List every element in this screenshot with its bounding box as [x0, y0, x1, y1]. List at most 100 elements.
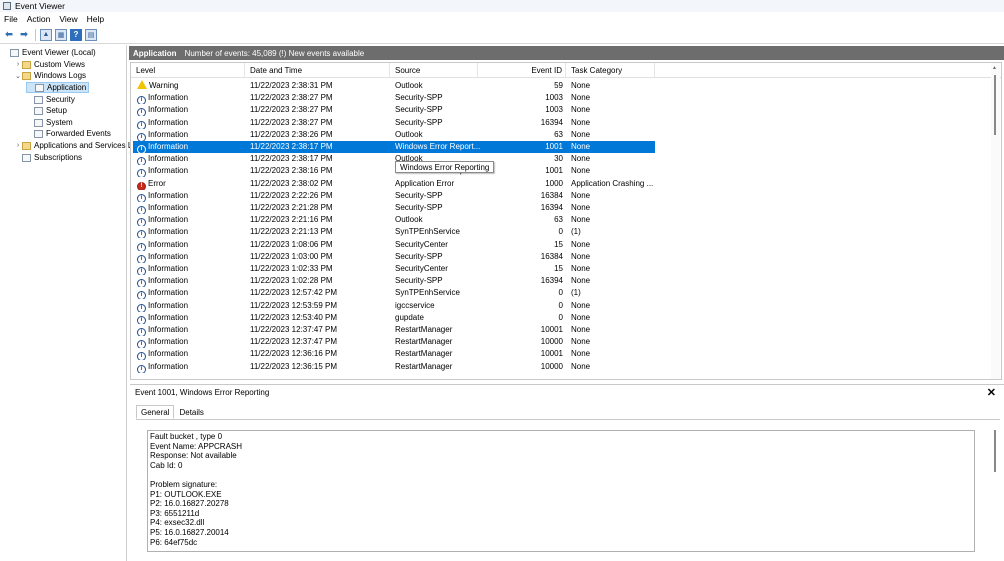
source-cell: Security-SPP: [395, 276, 443, 286]
scrollbar-thumb[interactable]: [994, 75, 996, 135]
level-text: Information: [148, 203, 189, 212]
show-hide-action-pane-icon[interactable]: ▤: [85, 28, 97, 41]
chevron-right-icon[interactable]: ›: [14, 142, 22, 149]
log-title: Application: [133, 48, 177, 58]
date-cell: 11/22/2023 2:38:17 PM: [250, 154, 333, 164]
tab-general[interactable]: General: [136, 405, 175, 419]
level-text: Information: [148, 300, 189, 310]
menu-view[interactable]: View: [59, 14, 77, 24]
table-row[interactable]: i Information 11/22/2023 12:36:16 PM Restar…: [133, 348, 655, 361]
level-cell: i Information: [137, 348, 245, 361]
date-cell: 11/22/2023 2:38:27 PM: [250, 105, 333, 115]
menu-action[interactable]: Action: [27, 14, 51, 24]
tree-node-windows-logs[interactable]: ⌄ Windows Logs: [14, 70, 86, 81]
source-cell: Outlook: [395, 129, 423, 139]
toolbar: ⬅ ➡ ▲ ▦ ? ▤: [0, 26, 1004, 44]
level-text: Error: [148, 178, 166, 188]
menu-help[interactable]: Help: [87, 14, 104, 24]
table-row[interactable]: i Information 11/22/2023 2:38:27 PM Securit…: [133, 104, 655, 117]
tree-node-applications-and-services-lo[interactable]: › Applications and Services Lo: [14, 140, 137, 151]
tree-node-setup[interactable]: Setup: [26, 105, 67, 116]
level-cell: i Information: [137, 263, 245, 275]
source-cell: Security-SPP: [395, 251, 443, 261]
events-grid-scrollbar[interactable]: ▲: [991, 63, 1000, 379]
tree-node-forwarded-events[interactable]: Forwarded Events: [26, 128, 111, 139]
forward-arrow-icon[interactable]: ➡: [18, 29, 30, 41]
menu-file[interactable]: File: [4, 14, 18, 24]
table-row[interactable]: i Information 11/22/2023 2:21:13 PM SynTPEn…: [133, 226, 655, 239]
event-log-icon: [10, 48, 19, 57]
table-row[interactable]: i Information 11/22/2023 12:53:40 PM gupdat…: [133, 312, 655, 324]
column-header-level[interactable]: Level: [131, 63, 245, 78]
table-row[interactable]: i Information 11/22/2023 12:37:47 PM Restar…: [133, 324, 655, 336]
date-cell: 11/22/2023 12:36:15 PM: [250, 361, 338, 371]
cat-cell: None: [571, 105, 591, 115]
cat-cell: None: [571, 93, 591, 103]
information-icon: i: [137, 157, 146, 166]
table-row[interactable]: i Information 11/22/2023 2:38:17 PM Windows…: [133, 141, 655, 153]
level-cell: i Information: [137, 92, 245, 105]
information-icon: i: [137, 108, 146, 117]
column-header-event-id[interactable]: Event ID: [478, 63, 566, 78]
tree-node-subscriptions[interactable]: Subscriptions: [14, 152, 82, 163]
information-icon: i: [137, 145, 146, 153]
table-row[interactable]: ! Error 11/22/2023 2:38:02 PM Application E…: [133, 178, 655, 190]
table-row[interactable]: Warning 11/22/2023 2:38:31 PM Outlook 59 Non…: [133, 80, 655, 92]
information-icon: i: [137, 218, 146, 227]
source-cell: RestartManager: [395, 361, 453, 371]
event-detail-title: Event 1001, Windows Error Reporting: [135, 388, 270, 397]
table-row[interactable]: i Information 11/22/2023 2:21:16 PM Outlook…: [133, 214, 655, 227]
table-row[interactable]: i Information 11/22/2023 2:21:28 PM Securit…: [133, 202, 655, 214]
tree-node-system[interactable]: System: [26, 117, 73, 128]
description-scrollbar-thumb[interactable]: [994, 430, 996, 472]
event-description-text[interactable]: Fault bucket , type 0 Event Name: APPCRAS…: [147, 430, 975, 552]
source-cell: SecurityCenter: [395, 239, 448, 249]
level-text: Information: [148, 251, 189, 261]
chevron-right-icon[interactable]: ›: [14, 61, 22, 68]
column-header-task-category[interactable]: Task Category: [566, 63, 655, 78]
tab-details[interactable]: Details: [174, 405, 208, 419]
events-grid-header: Level Date and Time Source Event ID Task…: [131, 63, 1001, 78]
table-row[interactable]: iInformation11/22/2023 2:38:16 PMWindows…: [133, 165, 655, 178]
event-log-icon: [22, 153, 31, 162]
date-cell: 11/22/2023 2:22:26 PM: [250, 190, 333, 200]
cat-cell: None: [571, 264, 591, 273]
tree-node-custom-views[interactable]: › Custom Views: [14, 59, 85, 70]
level-cell: i Information: [137, 324, 245, 336]
table-row[interactable]: i Information 11/22/2023 12:36:15 PM Restar…: [133, 361, 655, 373]
table-row[interactable]: i Information 11/22/2023 2:38:26 PM Outlook…: [133, 129, 655, 141]
table-row[interactable]: i Information 11/22/2023 1:02:28 PM Securit…: [133, 275, 655, 288]
close-icon[interactable]: ✕: [987, 386, 996, 399]
information-icon: i: [137, 291, 146, 300]
table-row[interactable]: i Information 11/22/2023 12:57:42 PM SynTPE…: [133, 287, 655, 300]
back-arrow-icon[interactable]: ⬅: [3, 29, 15, 41]
table-row[interactable]: i Information 11/22/2023 2:22:26 PM Securit…: [133, 190, 655, 202]
table-row[interactable]: i Information 11/22/2023 1:02:33 PM Securit…: [133, 263, 655, 275]
up-folder-icon[interactable]: ▲: [40, 28, 52, 41]
description-line: Response: Not available: [150, 451, 237, 461]
level-cell: i Information: [137, 153, 245, 166]
table-row[interactable]: i Information 11/22/2023 12:37:47 PM Restar…: [133, 336, 655, 349]
source-cell: Application Error: [395, 178, 455, 188]
table-row[interactable]: i Information 11/22/2023 2:38:27 PM Securit…: [133, 92, 655, 105]
table-row[interactable]: i Information 11/22/2023 12:53:59 PM igccse…: [133, 300, 655, 312]
cat-cell: None: [571, 142, 591, 151]
scroll-up-icon[interactable]: ▲: [992, 65, 997, 71]
help-icon[interactable]: ?: [70, 28, 82, 41]
table-row[interactable]: i Information 11/22/2023 1:08:06 PM Securit…: [133, 239, 655, 251]
table-row[interactable]: i Information 11/22/2023 2:38:17 PM Outlook…: [133, 153, 655, 166]
table-row[interactable]: i Information 11/22/2023 2:38:27 PM Securit…: [133, 117, 655, 129]
tree-node-application[interactable]: Application: [26, 82, 90, 93]
column-header-date-and-time[interactable]: Date and Time: [245, 63, 390, 78]
tree-node-security[interactable]: Security: [26, 94, 75, 105]
chevron-down-icon[interactable]: ⌄: [14, 72, 22, 80]
source-cell: SynTPEnhService: [395, 288, 460, 298]
tree-node-event-viewer-local[interactable]: Event Viewer (Local): [2, 47, 96, 58]
folder-icon: [22, 141, 31, 150]
id-cell: 0: [558, 312, 563, 322]
column-header-source[interactable]: Source: [390, 63, 478, 78]
log-header-bar: Application Number of events: 45,089 (!)…: [129, 46, 1004, 60]
show-hide-console-tree-icon[interactable]: ▦: [55, 28, 67, 41]
table-row[interactable]: i Information 11/22/2023 1:03:00 PM Securit…: [133, 251, 655, 263]
level-cell: i Information: [137, 336, 245, 349]
